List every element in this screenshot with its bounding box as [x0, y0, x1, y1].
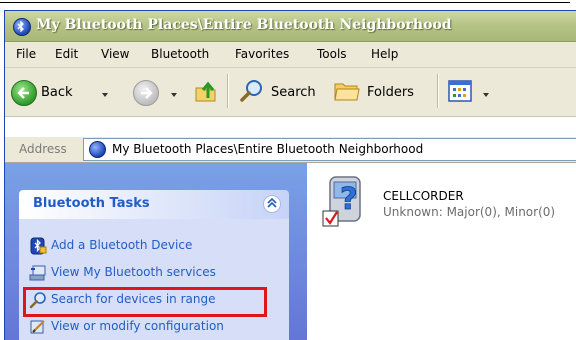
folders-icon[interactable] [333, 79, 361, 103]
explorer-window: My Bluetooth Places\Entire Bluetooth Nei… [4, 10, 576, 340]
device-list: ? CELLCORDER Unknown: Major(0), Minor(0) [307, 163, 576, 340]
window-title: My Bluetooth Places\Entire Bluetooth Nei… [36, 17, 452, 33]
bluetooth-places-icon [89, 141, 106, 158]
back-dropdown-icon[interactable] [102, 93, 108, 97]
bluetooth-tasks-body: Add a Bluetooth Device View My Bluetooth… [19, 219, 289, 340]
svg-text:?: ? [340, 182, 357, 217]
views-icon[interactable] [447, 79, 473, 103]
menu-tools[interactable]: Tools [317, 47, 347, 61]
task-pane: Bluetooth Tasks Add a Bluetooth Device V… [5, 163, 307, 340]
search-task-highlight-box [23, 287, 267, 317]
task-label[interactable]: Add a Bluetooth Device [51, 238, 192, 252]
device-status: Unknown: Major(0), Minor(0) [383, 205, 556, 219]
back-arrow-icon[interactable] [11, 80, 37, 106]
task-label[interactable]: View My Bluetooth services [51, 265, 216, 279]
menu-view[interactable]: View [101, 47, 129, 61]
toolbar-separator [227, 74, 229, 108]
forward-arrow-icon[interactable] [133, 80, 159, 106]
views-dropdown-icon[interactable] [483, 93, 489, 97]
address-bar: Address My Bluetooth Places\Entire Bluet… [5, 137, 576, 163]
menu-favorites[interactable]: Favorites [235, 47, 289, 61]
services-icon [29, 264, 47, 282]
address-value[interactable]: My Bluetooth Places\Entire Bluetooth Nei… [112, 142, 423, 156]
menu-edit[interactable]: Edit [55, 47, 78, 61]
back-button-label[interactable]: Back [41, 85, 73, 100]
forward-dropdown-icon[interactable] [171, 93, 177, 97]
up-folder-icon[interactable] [193, 78, 219, 104]
task-label[interactable]: View or modify configuration [51, 319, 224, 333]
bluetooth-tasks-title: Bluetooth Tasks [33, 196, 150, 211]
title-bar[interactable]: My Bluetooth Places\Entire Bluetooth Nei… [5, 11, 576, 42]
device-name[interactable]: CELLCORDER [383, 189, 464, 203]
toolbar-separator [437, 74, 439, 108]
folders-button-label[interactable]: Folders [367, 85, 414, 100]
menu-file[interactable]: File [16, 47, 36, 61]
top-rule [0, 2, 570, 3]
toolbar: Back Search Folders [5, 68, 576, 117]
address-field[interactable]: My Bluetooth Places\Entire Bluetooth Nei… [83, 138, 576, 161]
bluetooth-tasks-header[interactable]: Bluetooth Tasks [19, 190, 289, 219]
bluetooth-places-icon [13, 18, 31, 36]
search-button-label[interactable]: Search [271, 85, 316, 100]
bluetooth-device-icon [29, 237, 47, 255]
menu-bluetooth[interactable]: Bluetooth [151, 47, 209, 61]
unknown-device-icon[interactable]: ? [322, 173, 374, 231]
address-label: Address [19, 142, 67, 156]
search-icon[interactable] [239, 78, 265, 104]
collapse-chevron-icon[interactable] [263, 195, 281, 213]
configuration-icon [29, 318, 47, 336]
menu-help[interactable]: Help [371, 47, 398, 61]
menu-bar: File Edit View Bluetooth Favorites Tools… [5, 42, 576, 68]
